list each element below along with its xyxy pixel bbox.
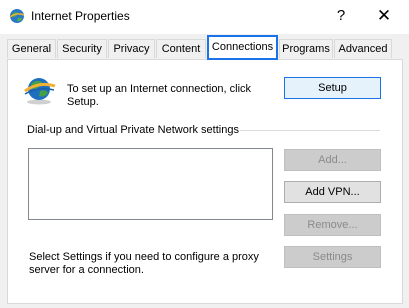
tab-strip: General Security Privacy Content Connect… (7, 35, 407, 60)
close-button[interactable]: ✕ (372, 5, 396, 27)
proxy-instructions: Select Settings if you need to configure… (29, 251, 259, 276)
tab-programs[interactable]: Programs (279, 39, 333, 58)
settings-button[interactable]: Settings (284, 246, 381, 268)
tab-advanced[interactable]: Advanced (334, 39, 392, 58)
window-title: Internet Properties (31, 9, 130, 23)
connection-list[interactable] (28, 148, 273, 220)
add-vpn-button[interactable]: Add VPN... (284, 181, 381, 203)
setup-instructions: To set up an Internet connection, click … (67, 83, 252, 108)
dialup-group-label: Dial-up and Virtual Private Network sett… (27, 124, 239, 136)
remove-button[interactable]: Remove... (284, 214, 381, 236)
tab-connections[interactable]: Connections (207, 35, 278, 60)
group-divider (240, 130, 380, 131)
tab-privacy[interactable]: Privacy (108, 39, 155, 58)
internet-connection-globe-icon (24, 78, 56, 105)
title-bar: Internet Properties ? ✕ (0, 0, 409, 34)
add-button[interactable]: Add... (284, 149, 381, 171)
tab-general[interactable]: General (7, 39, 56, 58)
tab-content[interactable]: Content (156, 39, 206, 58)
tab-security[interactable]: Security (57, 39, 107, 58)
help-button[interactable]: ? (331, 5, 351, 27)
setup-button[interactable]: Setup (284, 77, 381, 99)
internet-globe-icon (9, 9, 25, 23)
